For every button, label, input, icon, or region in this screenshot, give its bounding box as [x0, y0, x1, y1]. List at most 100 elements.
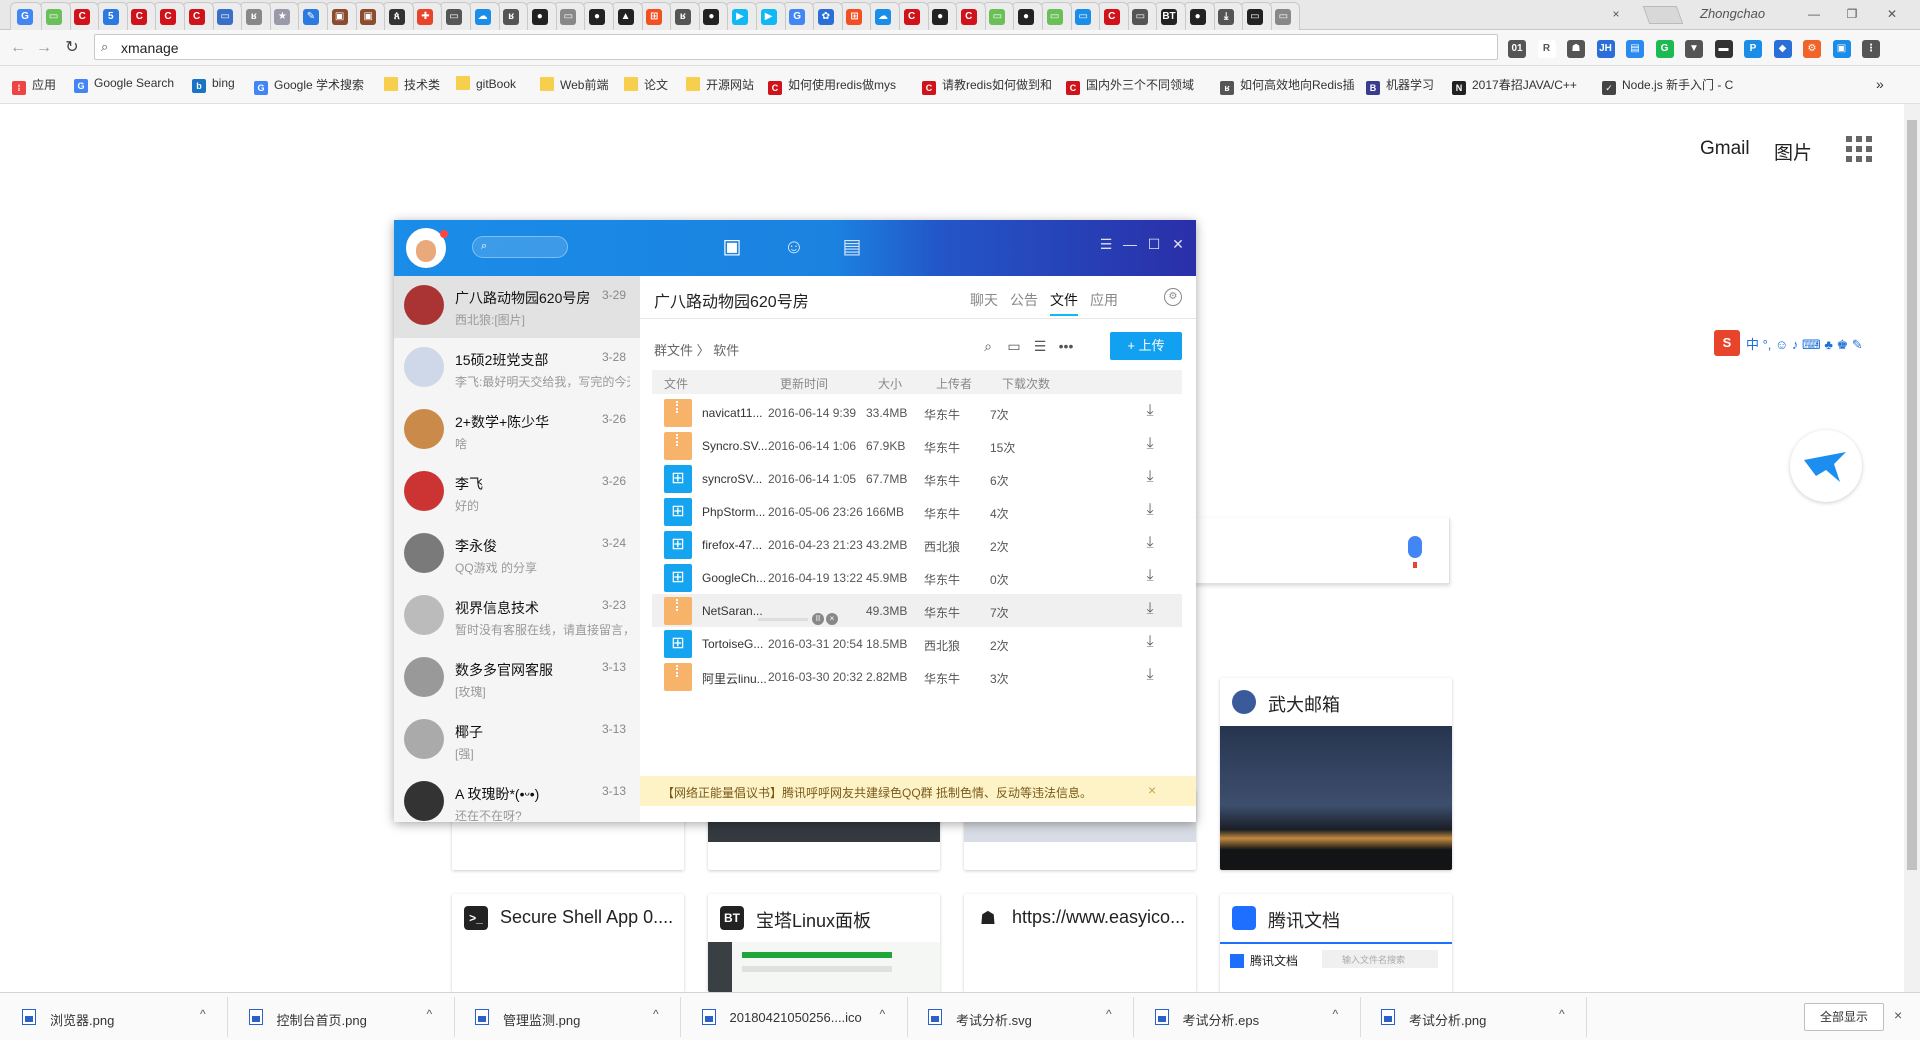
bookmark-item[interactable]: gitBook: [456, 76, 516, 94]
bookmark-item[interactable]: 开源网站: [686, 76, 754, 94]
col-uploader[interactable]: 上传者: [936, 375, 972, 392]
bookmark-item[interactable]: G Google Search: [74, 76, 174, 94]
browser-tab[interactable]: ●: [582, 2, 614, 30]
download-item[interactable]: 控制台首页.png ^: [229, 997, 455, 1037]
profile-name[interactable]: Zhongchao: [1700, 6, 1765, 21]
extension-icon[interactable]: ⋮: [1862, 40, 1880, 58]
conversation-item[interactable]: 15硕2班党支部 3-28 李飞:最好明天交给我，写完的今天: [394, 338, 640, 400]
browser-tab[interactable]: ▭: [1125, 2, 1158, 30]
browser-tab[interactable]: ▭: [439, 2, 471, 30]
download-icon[interactable]: ⤓: [1140, 633, 1160, 653]
chevron-up-icon[interactable]: ^: [653, 1007, 659, 1021]
reload-button[interactable]: ↻: [62, 38, 82, 58]
browser-tab[interactable]: ▶: [725, 2, 757, 30]
extension-icon[interactable]: ▼: [1685, 40, 1703, 58]
download-icon[interactable]: ⤓: [1140, 468, 1160, 488]
extension-icon[interactable]: ☗: [1567, 40, 1585, 58]
chevron-up-icon[interactable]: ^: [427, 1007, 433, 1021]
menu-icon[interactable]: ☰: [1096, 236, 1116, 258]
extension-icon[interactable]: ▣: [1832, 40, 1851, 58]
extension-icon[interactable]: ▤: [1626, 40, 1644, 58]
file-row[interactable]: GoogleCh...2016-04-19 13:2245.9MB 华东牛 0次 ⤓: [652, 561, 1182, 594]
browser-tab[interactable]: ▣: [353, 2, 386, 30]
file-row[interactable]: Syncro.SV... 2016-06-14 1:06 67.9KB 华东牛 15次 ⤓: [652, 429, 1182, 462]
browser-tab[interactable]: ጰ: [381, 2, 414, 30]
close-icon[interactable]: ×: [1148, 782, 1156, 798]
bookmark-item[interactable]: 论文: [624, 76, 668, 94]
col-time[interactable]: 更新时间: [780, 375, 828, 392]
file-row[interactable]: firefox-47... 2016-04-23 21:2343.2MB 西北狼 2次…: [652, 528, 1182, 561]
chevron-up-icon[interactable]: ^: [1106, 1007, 1112, 1021]
inbox-icon[interactable]: ▭: [1004, 338, 1024, 358]
browser-tab[interactable]: ✎: [296, 2, 328, 30]
file-row[interactable]: 阿里云linu... 2016-03-30 20:32 2.82MB 华东牛 3次 ⤓: [652, 660, 1182, 693]
tab-close-icon[interactable]: ×: [1608, 6, 1624, 22]
maximize-icon[interactable]: ☐: [1144, 236, 1164, 258]
close-window-button[interactable]: ✕: [1874, 4, 1910, 24]
extension-icon[interactable]: JH: [1596, 40, 1615, 58]
cancel-icon[interactable]: ×: [826, 613, 838, 625]
chevron-up-icon[interactable]: ^: [1333, 1007, 1339, 1021]
list-view-icon[interactable]: ☰: [1030, 338, 1050, 358]
bookmark-item[interactable]: 技术类: [384, 76, 440, 94]
extension-icon[interactable]: ▬: [1714, 40, 1733, 58]
gmail-link[interactable]: Gmail: [1700, 138, 1750, 160]
contacts-icon[interactable]: ☺: [780, 234, 808, 260]
download-icon[interactable]: ⤓: [1140, 501, 1160, 521]
upload-button[interactable]: + 上传: [1110, 332, 1182, 360]
file-row[interactable]: TortoiseG... 2016-03-31 20:5418.5MB 西北狼 2次 ⤓: [652, 627, 1182, 660]
conversation-item[interactable]: 数多多官网客服 3-13 [玫瑰]: [394, 648, 640, 710]
browser-tab[interactable]: ▭: [210, 2, 243, 30]
tile-bt-panel[interactable]: BT 宝塔Linux面板: [708, 894, 940, 992]
search-icon[interactable]: ⌕: [978, 338, 998, 358]
browser-tab[interactable]: C: [953, 2, 986, 30]
restore-button[interactable]: ❐: [1834, 4, 1870, 24]
extension-icon[interactable]: P: [1744, 40, 1762, 58]
browser-tab[interactable]: ●: [1182, 2, 1215, 30]
browser-tab[interactable]: ▭: [553, 2, 586, 30]
browser-tab[interactable]: C: [1096, 2, 1129, 30]
browser-tab[interactable]: G: [782, 2, 815, 30]
browser-tab[interactable]: ⊞: [639, 2, 672, 30]
minimize-button[interactable]: —: [1796, 4, 1832, 24]
bookmark-item[interactable]: ʁ 如何高效地向Redis插: [1220, 76, 1355, 95]
browser-tab[interactable]: ✿: [810, 2, 843, 30]
file-row[interactable]: syncroSV... 2016-06-14 1:05 67.7MB 华东牛 6次 ⤓: [652, 462, 1182, 495]
browser-tab[interactable]: ʁ: [496, 2, 529, 30]
browser-tab[interactable]: C: [153, 2, 185, 30]
browser-tab[interactable]: 5: [95, 2, 128, 30]
download-icon[interactable]: ⤓: [1140, 402, 1160, 422]
browser-tab[interactable]: ʁ: [238, 2, 271, 30]
show-all-downloads-button[interactable]: 全部显示: [1804, 1003, 1884, 1031]
tile-easyicon[interactable]: ☗ https://www.easyico...: [964, 894, 1196, 992]
conversation-item[interactable]: 2+数学+陈少华 3-26 啥: [394, 400, 640, 462]
browser-tab[interactable]: ⊞: [839, 2, 872, 30]
file-row[interactable]: PhpStorm...2016-05-06 23:26166MB 华东牛 4次 ⤓: [652, 495, 1182, 528]
browser-tab[interactable]: ⤓: [1211, 2, 1244, 30]
browser-tab[interactable]: ʁ: [667, 2, 700, 30]
col-file[interactable]: 文件: [664, 375, 688, 392]
qq-search-input[interactable]: ⌕: [472, 236, 568, 258]
bookmark-item[interactable]: C 如何使用redis做mys: [768, 76, 896, 95]
bookmark-item[interactable]: G Google 学术搜索: [254, 76, 364, 95]
bookmark-item[interactable]: ✓ Node.js 新手入门 - C: [1602, 76, 1733, 95]
browser-tab[interactable]: C: [896, 2, 929, 30]
conversation-item[interactable]: 李飞 3-26 好的: [394, 462, 640, 524]
file-row[interactable]: NetSaran... 49.3MB 华东牛 7次 ⤓ II ×: [652, 594, 1182, 627]
download-icon[interactable]: ⤓: [1140, 534, 1160, 554]
extension-icon[interactable]: 01: [1508, 40, 1526, 58]
download-icon[interactable]: ⤓: [1140, 567, 1160, 587]
extension-icon[interactable]: G: [1655, 40, 1674, 58]
download-item[interactable]: 管理监测.png ^: [455, 997, 681, 1037]
bookmark-item[interactable]: C 国内外三个不同领域: [1066, 76, 1194, 95]
images-link[interactable]: 图片: [1774, 138, 1812, 165]
bookmark-item[interactable]: Web前端: [540, 76, 608, 94]
close-icon[interactable]: ✕: [1168, 236, 1188, 258]
col-size[interactable]: 大小: [878, 375, 902, 392]
settings-icon[interactable]: ⚙: [1164, 288, 1182, 306]
browser-tab[interactable]: ●: [925, 2, 958, 30]
conversation-item[interactable]: A 玫瑰盼*(•ᵕ•) 3-13 还在不在呀?: [394, 772, 640, 822]
browser-tab[interactable]: ▶: [753, 2, 786, 30]
bookmark-item[interactable]: B 机器学习: [1366, 76, 1434, 95]
tab-files[interactable]: 文件: [1050, 290, 1078, 316]
